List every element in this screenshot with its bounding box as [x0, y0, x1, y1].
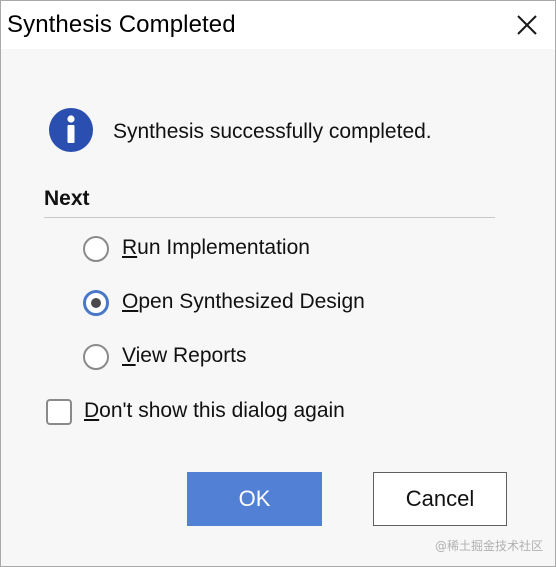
radio-label: Open Synthesized Design [122, 290, 365, 313]
title-bar: Synthesis Completed [1, 1, 555, 49]
radio-button[interactable] [83, 236, 109, 262]
section-divider [44, 217, 495, 218]
synthesis-completed-dialog: Synthesis Completed Synthesis successful… [0, 0, 556, 567]
dialog-body: Synthesis successfully completed. Next R… [1, 49, 555, 566]
radio-button-selected[interactable] [83, 290, 109, 316]
status-message: Synthesis successfully completed. [113, 120, 432, 143]
info-icon [49, 108, 93, 152]
radio-button[interactable] [83, 344, 109, 370]
cancel-button[interactable]: Cancel [373, 472, 507, 526]
radio-label: View Reports [122, 344, 247, 367]
close-icon [517, 15, 537, 35]
ok-button[interactable]: OK [187, 472, 322, 526]
checkbox-label: Don't show this dialog again [84, 399, 345, 422]
next-section-label: Next [44, 187, 90, 210]
watermark: @稀土掘金技术社区 [434, 539, 543, 553]
close-button[interactable] [513, 11, 541, 39]
radio-label: Run Implementation [122, 236, 310, 259]
radio-dot [91, 298, 101, 308]
dont-show-again-checkbox[interactable] [46, 399, 72, 425]
dialog-title: Synthesis Completed [7, 11, 236, 38]
